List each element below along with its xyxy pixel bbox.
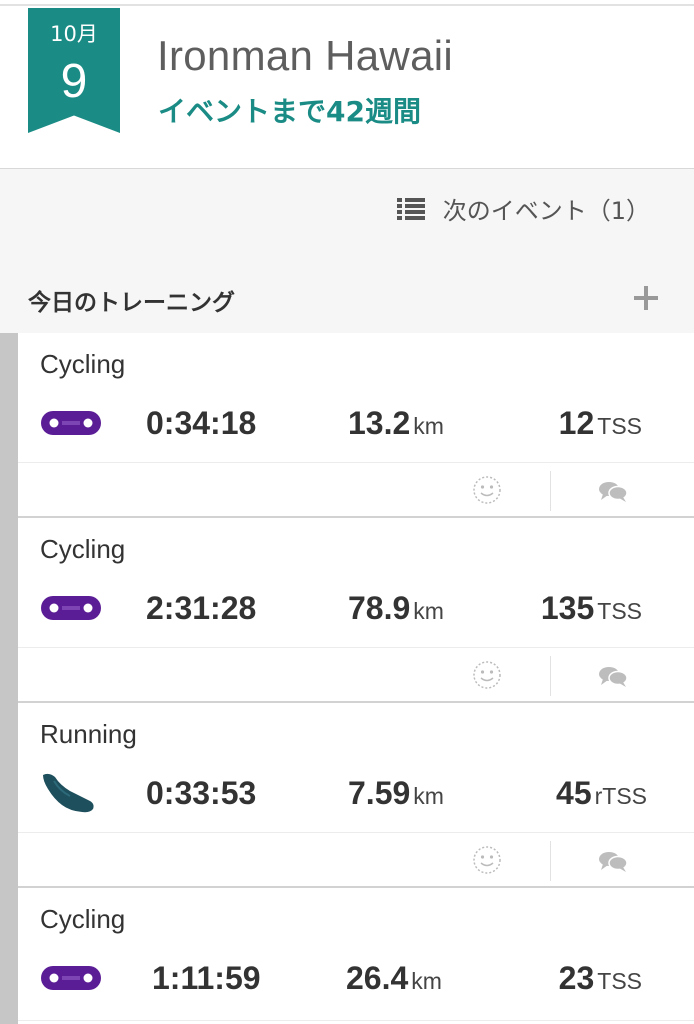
smiley-icon[interactable] (472, 845, 502, 879)
workout-card[interactable]: Cycling 1:11:59 26.4 km 23 TSS (18, 888, 694, 1024)
comment-icon[interactable] (598, 666, 628, 692)
workout-sport: Cycling (40, 349, 126, 379)
workout-card[interactable]: Running 0:33:53 7.59 km 45 rTSS (18, 703, 694, 888)
event-date-badge: 10月 9 (28, 8, 120, 133)
running-shoe-icon (40, 771, 96, 819)
divider (18, 462, 694, 463)
workout-sport: Cycling (40, 904, 126, 934)
divider (18, 832, 694, 833)
divider (550, 471, 551, 511)
divider (550, 841, 551, 881)
plus-icon[interactable] (634, 286, 658, 310)
workout-distance: 78.9 km (348, 590, 444, 626)
workout-distance: 26.4 km (346, 960, 442, 996)
bike-chain-icon (40, 594, 102, 626)
event-header[interactable]: 10月 9 Ironman Hawaii イベントまで42週間 (0, 6, 694, 169)
next-events-button[interactable]: 次のイベント（1） (396, 191, 650, 226)
comment-icon[interactable] (598, 481, 628, 507)
divider (550, 656, 551, 696)
divider (18, 647, 694, 648)
workout-distance: 7.59 km (348, 775, 444, 811)
workout-distance: 13.2 km (348, 405, 444, 441)
event-countdown: イベントまで42週間 (158, 95, 421, 128)
smiley-icon[interactable] (472, 660, 502, 694)
section-title: 今日のトレーニング (28, 290, 235, 316)
workout-duration: 0:33:53 (146, 775, 257, 811)
events-section: 次のイベント（1） 今日のトレーニング (0, 169, 694, 333)
event-day: 9 (60, 55, 88, 108)
divider (18, 1020, 694, 1021)
workout-card[interactable]: Cycling 2:31:28 78.9 km 135 TSS (18, 518, 694, 703)
event-title[interactable]: Ironman Hawaii (157, 32, 453, 80)
workout-duration: 1:11:59 (152, 960, 261, 996)
next-events-label: 次のイベント（1） (442, 197, 650, 225)
smiley-icon[interactable] (472, 475, 502, 509)
workout-sport: Running (40, 719, 137, 749)
workout-tss: 12 TSS (558, 405, 642, 441)
workout-sport: Cycling (40, 534, 126, 564)
workout-tss: 23 TSS (558, 960, 642, 996)
bike-chain-icon (40, 409, 102, 441)
workout-tss: 135 TSS (540, 590, 642, 626)
day-indicator-bar (0, 333, 18, 1024)
list-icon (396, 197, 425, 220)
workout-rtss: 45 rTSS (556, 775, 647, 811)
bike-chain-icon (40, 964, 102, 996)
workout-duration: 0:34:18 (146, 405, 257, 441)
comment-icon[interactable] (598, 851, 628, 877)
event-month: 10月 (50, 22, 98, 46)
workout-card[interactable]: Cycling 0:34:18 13.2 km 12 TSS (18, 333, 694, 518)
workout-duration: 2:31:28 (146, 590, 257, 626)
